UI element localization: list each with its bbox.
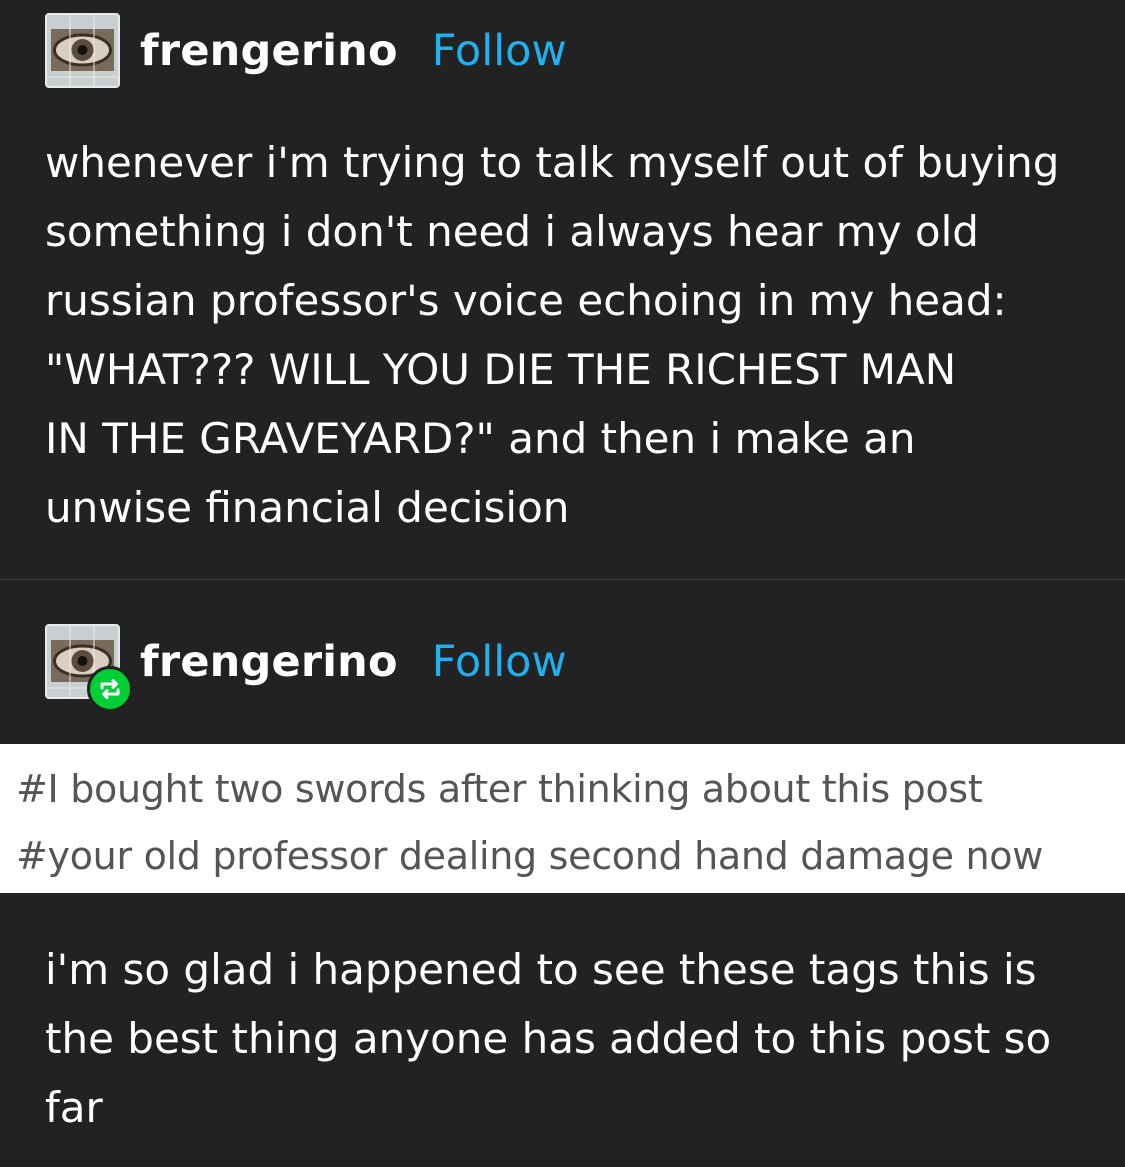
post-body-line: unwise financial decision [45, 483, 570, 532]
follow-button[interactable]: Follow [432, 26, 567, 76]
tags-image: #I bought two swords after thinking abou… [0, 744, 1125, 893]
reblog-badge [87, 666, 133, 712]
follow-button[interactable]: Follow [432, 637, 567, 687]
divider [0, 579, 1125, 580]
tag[interactable]: #I bought two swords after thinking abou… [16, 767, 983, 811]
reply-body-line: far [45, 1083, 103, 1132]
post-body-line: something i don't need i always hear my … [45, 207, 979, 256]
reply-body: i'm so glad i happened to see these tags… [45, 935, 1095, 1142]
tag[interactable]: #your old professor dealing second hand … [16, 834, 1043, 878]
post-body-line: "WHAT??? WILL YOU DIE THE RICHEST MAN [45, 345, 957, 394]
eye-icon [47, 15, 118, 86]
post-body: whenever i'm trying to talk myself out o… [45, 128, 1095, 542]
post-body-line: whenever i'm trying to talk myself out o… [45, 138, 1060, 187]
post-header: frengerino Follow [45, 13, 567, 88]
reply-body-line: i'm so glad i happened to see these tags… [45, 945, 1037, 994]
username[interactable]: frengerino [140, 26, 398, 76]
reply-body-line: the best thing anyone has added to this … [45, 1014, 1052, 1063]
reblog-header: frengerino Follow [45, 624, 567, 712]
reblog-icon [100, 679, 120, 699]
username[interactable]: frengerino [140, 637, 398, 687]
avatar[interactable] [45, 13, 120, 88]
avatar[interactable] [45, 624, 133, 712]
post-body-line: IN THE GRAVEYARD?" and then i make an [45, 414, 916, 463]
post-body-line: russian professor's voice echoing in my … [45, 276, 1007, 325]
